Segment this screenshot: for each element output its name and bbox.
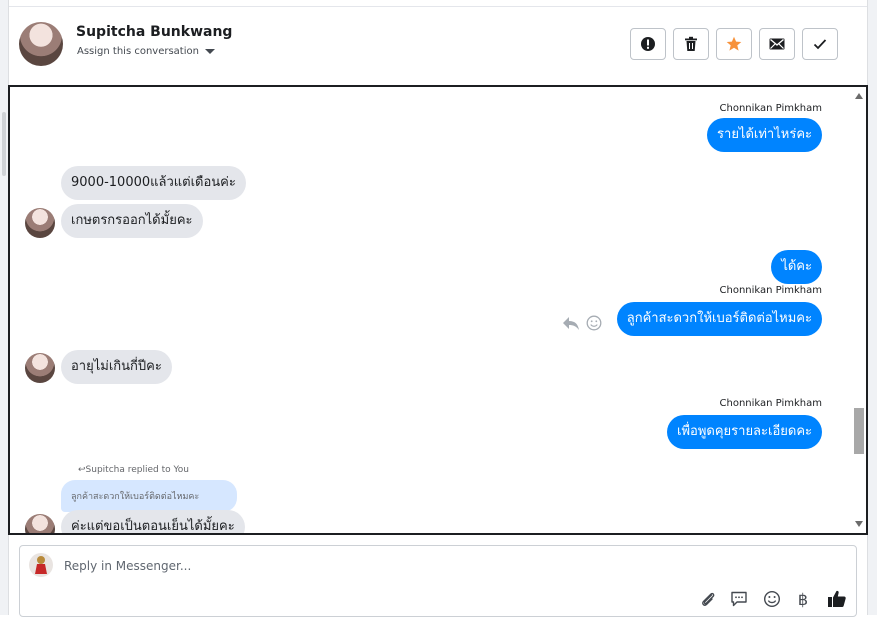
quoted-message[interactable]: ลูกค้าสะดวกให้เบอร์ติดต่อไหมคะ [61, 480, 237, 512]
mark-unread-button[interactable] [759, 28, 795, 60]
mark-spam-button[interactable] [630, 28, 666, 60]
paperclip-icon [702, 592, 715, 606]
contact-message-avatar [25, 208, 55, 238]
caret-down-icon [204, 49, 215, 54]
like-button[interactable] [826, 588, 848, 610]
message-actions [562, 315, 602, 331]
scroll-up-arrow-icon[interactable] [855, 93, 863, 99]
incoming-message[interactable]: 9000-10000แล้วแต่เดือนค่ะ [61, 166, 246, 200]
trash-icon [685, 36, 697, 51]
contact-name: Supitcha Bunkwang [76, 24, 233, 40]
outgoing-message[interactable]: รายได้เท่าไหร่คะ [707, 118, 822, 152]
outgoing-message[interactable]: ได้คะ [771, 250, 822, 284]
smiley-icon [763, 590, 781, 608]
chat-bubble-icon [731, 591, 747, 607]
incoming-message[interactable]: อายุไม่เกินกี่ปีคะ [61, 350, 172, 384]
baht-icon: ฿ [797, 589, 809, 609]
checkmark-icon [813, 39, 827, 50]
sender-label: Chonnikan Pimkham [719, 398, 822, 409]
mark-done-button[interactable] [802, 28, 838, 60]
attach-file-button[interactable] [697, 588, 719, 610]
reply-arrow-icon: ↩ [78, 465, 86, 475]
reply-input[interactable] [64, 556, 664, 576]
outgoing-message[interactable]: เพื่อพูดคุยรายละเอียดคะ [667, 415, 822, 449]
delete-button[interactable] [673, 28, 709, 60]
thumbs-up-icon [828, 590, 846, 607]
conversation-thread[interactable]: Chonnikan Pimkham รายได้เท่าไหร่คะ 9000-… [8, 85, 868, 535]
reply-icon[interactable] [562, 315, 580, 331]
alert-icon [641, 37, 655, 51]
star-icon [726, 36, 742, 51]
contact-avatar[interactable] [19, 22, 63, 66]
scroll-thumb[interactable] [854, 408, 864, 454]
scroll-down-arrow-icon[interactable] [855, 521, 863, 527]
right-panel-edge [867, 0, 877, 615]
top-divider [9, 6, 867, 7]
sender-label: Chonnikan Pimkham [719, 103, 822, 114]
reply-composer: ฿ [19, 545, 857, 617]
outgoing-message[interactable]: ลูกค้าสะดวกให้เบอร์ติดต่อไหมคะ [616, 302, 822, 336]
assign-conversation-dropdown[interactable]: Assign this conversation [77, 46, 215, 57]
page-logo-icon [35, 556, 47, 574]
saved-replies-button[interactable] [728, 588, 750, 610]
contact-message-avatar [25, 514, 55, 533]
page: Supitcha Bunkwang Assign this conversati… [0, 0, 877, 617]
sender-label: Chonnikan Pimkham [719, 285, 822, 296]
emoji-button[interactable] [761, 588, 783, 610]
star-button[interactable] [716, 28, 752, 60]
page-avatar [29, 553, 53, 577]
payment-button[interactable]: ฿ [792, 588, 814, 610]
assign-label: Assign this conversation [77, 46, 199, 57]
envelope-icon [769, 38, 785, 50]
left-scroll-mark [2, 112, 6, 176]
incoming-message[interactable]: ค่ะแต่ขอเป็นตอนเย็นได้มั้ยคะ [61, 510, 245, 533]
incoming-message[interactable]: เกษตรกรออกได้มั้ยคะ [61, 204, 203, 238]
contact-message-avatar [25, 353, 55, 383]
thread-scrollbar[interactable] [852, 87, 866, 533]
reply-indicator: ↩Supitcha replied to You [78, 465, 190, 475]
react-smiley-icon[interactable] [586, 315, 602, 331]
